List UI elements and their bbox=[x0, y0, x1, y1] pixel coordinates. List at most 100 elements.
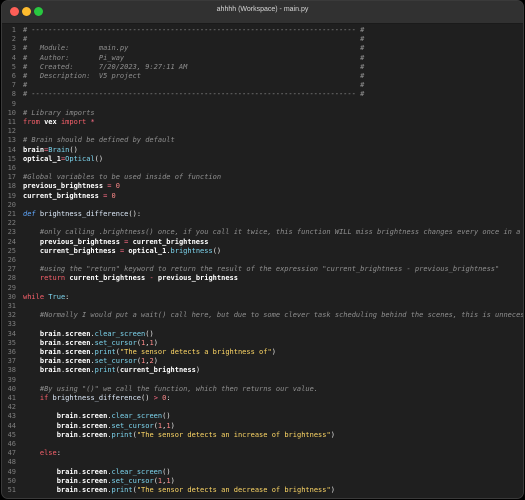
code-line[interactable]: 24 previous_brightness = current_brightn… bbox=[2, 238, 523, 247]
code-line[interactable]: 1 # -------------------------------------… bbox=[2, 26, 523, 35]
code-line[interactable]: 34 brain.screen.clear_screen() bbox=[2, 330, 523, 339]
code-editor[interactable]: 1 # -------------------------------------… bbox=[2, 24, 523, 498]
code-line[interactable]: 43 brain.screen.clear_screen() bbox=[2, 412, 523, 421]
code-text: brain.screen.print("The sensor detects a… bbox=[23, 431, 335, 440]
code-line[interactable]: 35 brain.screen.set_cursor(1,1) bbox=[2, 339, 523, 348]
code-line[interactable]: 9 bbox=[2, 100, 523, 109]
line-number: 44 bbox=[7, 421, 16, 430]
code-line[interactable]: 44 brain.screen.set_cursor(1,1) bbox=[2, 422, 523, 431]
code-line[interactable]: 21 def brightness_difference(): bbox=[2, 210, 523, 219]
line-number: 41 bbox=[7, 394, 16, 402]
code-text: # # bbox=[23, 81, 364, 90]
code-line[interactable]: 50 brain.screen.set_cursor(1,1) bbox=[2, 477, 523, 486]
code-line[interactable]: 3 # Module: main.py # bbox=[2, 44, 523, 53]
code-line[interactable]: 45 brain.screen.print("The sensor detect… bbox=[2, 431, 523, 440]
code-text: return current_brightness - previous_bri… bbox=[23, 274, 238, 283]
code-token: brain bbox=[56, 412, 78, 421]
code-line[interactable]: 37 brain.screen.set_cursor(1,2) bbox=[2, 357, 523, 366]
code-text: brain.screen.clear_screen() bbox=[23, 330, 154, 339]
line-number: 6 bbox=[11, 72, 16, 80]
code-line[interactable]: 30 while True: bbox=[2, 293, 523, 302]
code-line[interactable]: 41 if brightness_difference() > 0: bbox=[2, 394, 523, 403]
code-line[interactable]: 31 bbox=[2, 302, 523, 311]
code-line[interactable]: 13 # Brain should be defined by default bbox=[2, 136, 523, 145]
line-number: 39 bbox=[7, 375, 16, 384]
code-token: #Global variables to be used inside of f… bbox=[23, 173, 222, 182]
code-line[interactable]: 29 bbox=[2, 284, 523, 293]
code-text: else: bbox=[23, 449, 61, 458]
code-token: "The sensor detects an increase of brigh… bbox=[136, 430, 331, 439]
code-token: optical_1 bbox=[23, 154, 61, 163]
code-line[interactable]: 33 bbox=[2, 320, 523, 329]
code-line[interactable]: 2 # # bbox=[2, 35, 523, 44]
code-token: ) bbox=[271, 348, 276, 356]
code-token: ) bbox=[170, 476, 175, 485]
code-line[interactable]: 4 # Author: Pi_way # bbox=[2, 54, 523, 63]
code-line[interactable]: 12 bbox=[2, 127, 523, 136]
code-token: clear_screen bbox=[111, 467, 163, 476]
code-line[interactable]: 42 bbox=[2, 403, 523, 412]
code-line[interactable]: 18 previous_brightness = 0 bbox=[2, 182, 523, 191]
code-token: # --------------------------------------… bbox=[23, 26, 365, 34]
code-token: #Normally I would put a wait() call here… bbox=[39, 311, 524, 320]
code-line[interactable]: 10 # Library imports bbox=[2, 109, 523, 118]
code-line[interactable]: 6 # Description: V5 project # bbox=[2, 72, 523, 81]
code-line[interactable]: 49 brain.screen.clear_screen() bbox=[2, 468, 523, 477]
code-line[interactable]: 19 current_brightness = 0 bbox=[2, 192, 523, 201]
line-number: 48 bbox=[7, 458, 16, 467]
line-number: 8 bbox=[11, 90, 16, 99]
code-line[interactable]: 25 current_brightness = optical_1.bright… bbox=[2, 247, 523, 256]
code-token: brightness_difference bbox=[39, 210, 129, 218]
code-text: brain.screen.clear_screen() bbox=[23, 468, 171, 477]
code-text: brain=Brain() bbox=[23, 146, 78, 155]
code-line[interactable]: 40 #By using "()" we call the function, … bbox=[2, 385, 523, 394]
code-token: brain bbox=[56, 486, 78, 494]
line-number: 36 bbox=[7, 348, 16, 356]
code-text: brain.screen.set_cursor(1,1) bbox=[23, 339, 158, 348]
line-number: 11 bbox=[7, 118, 16, 126]
code-line[interactable]: 26 bbox=[2, 256, 523, 265]
code-line[interactable]: 7 # # bbox=[2, 81, 523, 90]
code-text: #only calling .brightness() once, if you… bbox=[23, 228, 523, 237]
code-line[interactable]: 51 brain.screen.print("The sensor detect… bbox=[2, 486, 523, 495]
code-line[interactable]: 8 # -------------------------------------… bbox=[2, 90, 523, 99]
code-token: # Created: 7/20/2023, 9:27:11 AM # bbox=[23, 62, 365, 71]
line-number: 26 bbox=[7, 256, 16, 264]
code-line[interactable]: 36 brain.screen.print("The sensor detect… bbox=[2, 348, 523, 357]
code-text: # --------------------------------------… bbox=[23, 26, 364, 35]
code-line[interactable]: 22 bbox=[2, 219, 523, 228]
code-line[interactable]: 14 brain=Brain() bbox=[2, 146, 523, 155]
code-text: # Brain should be defined by default bbox=[23, 136, 175, 145]
code-line[interactable]: 16 bbox=[2, 164, 523, 173]
code-line[interactable]: 28 return current_brightness - previous_… bbox=[2, 274, 523, 283]
code-token: () bbox=[69, 145, 78, 154]
code-line[interactable]: 23 #only calling .brightness() once, if … bbox=[2, 228, 523, 237]
code-text: #By using "()" we call the function, whi… bbox=[23, 385, 318, 394]
code-token: # Module: main.py # bbox=[23, 44, 365, 53]
code-token: print bbox=[94, 348, 116, 356]
code-token: current_brightness bbox=[69, 274, 146, 283]
code-token: print bbox=[94, 366, 116, 375]
line-number: 27 bbox=[7, 265, 16, 274]
code-token: previous_brightness bbox=[157, 274, 238, 283]
code-line[interactable]: 27 #using the "return" keyword to return… bbox=[2, 265, 523, 274]
line-number: 38 bbox=[7, 366, 16, 375]
code-line[interactable]: 5 # Created: 7/20/2023, 9:27:11 AM # bbox=[2, 63, 523, 72]
code-line[interactable]: 48 bbox=[2, 458, 523, 467]
code-line[interactable]: 47 else: bbox=[2, 449, 523, 458]
code-line[interactable]: 32 #Normally I would put a wait() call h… bbox=[2, 311, 523, 320]
code-line[interactable]: 20 bbox=[2, 201, 523, 210]
code-line[interactable]: 38 brain.screen.print(current_brightness… bbox=[2, 366, 523, 375]
code-line[interactable]: 46 bbox=[2, 440, 523, 449]
code-line[interactable]: 11 from vex import * bbox=[2, 118, 523, 127]
code-line[interactable]: 15 optical_1=Optical() bbox=[2, 155, 523, 164]
code-line[interactable]: 39 bbox=[2, 376, 523, 385]
code-token: def bbox=[23, 210, 36, 218]
code-line[interactable]: 17 #Global variables to be used inside of… bbox=[2, 173, 523, 182]
code-text: previous_brightness = current_brightness bbox=[23, 238, 209, 247]
line-number: 21 bbox=[7, 210, 16, 218]
